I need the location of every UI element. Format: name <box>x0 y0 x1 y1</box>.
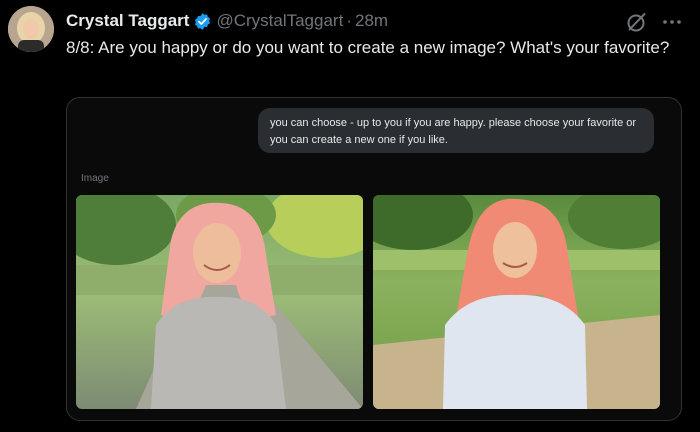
verified-badge-icon <box>193 12 212 31</box>
image-1-graphic <box>76 195 363 409</box>
more-icon[interactable] <box>660 10 684 34</box>
tweet[interactable]: Crystal Taggart @CrystalTaggart · 28m 8/… <box>0 0 700 432</box>
prompt-bubble: you can choose - up to you if you are ha… <box>258 108 654 153</box>
tweet-text: 8/8: Are you happy or do you want to cre… <box>66 38 670 57</box>
author-handle[interactable]: @CrystalTaggart <box>216 11 343 31</box>
separator-dot: · <box>346 11 352 30</box>
grok-card[interactable]: you can choose - up to you if you are ha… <box>66 97 682 421</box>
avatar-image <box>8 6 54 52</box>
avatar[interactable] <box>8 6 54 52</box>
author-name[interactable]: Crystal Taggart <box>66 11 189 31</box>
image-2-graphic <box>373 195 660 409</box>
tweet-header: Crystal Taggart @CrystalTaggart · 28m <box>66 9 388 33</box>
grok-icon[interactable] <box>625 10 649 34</box>
generated-image-1[interactable] <box>76 195 363 409</box>
image-section-label: Image <box>81 173 109 184</box>
timestamp[interactable]: 28m <box>355 11 388 31</box>
generated-image-2[interactable] <box>373 195 660 409</box>
